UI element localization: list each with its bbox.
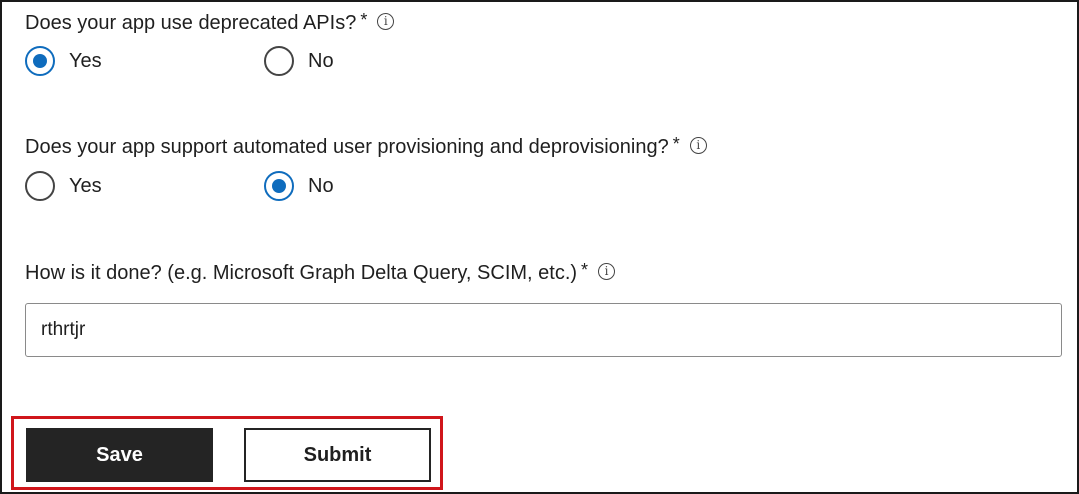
info-icon[interactable] [377, 13, 395, 30]
question-how-is-it-done: How is it done? (e.g. Microsoft Graph De… [25, 260, 616, 285]
question-label: How is it done? (e.g. Microsoft Graph De… [25, 262, 578, 284]
how-is-it-done-input[interactable] [25, 303, 1062, 357]
radio-button[interactable] [264, 46, 294, 76]
question-deprecated-apis: Does your app use deprecated APIs? * [25, 10, 395, 35]
radio-label-yes: Yes [69, 49, 102, 72]
question-user-provisioning: Does your app support automated user pro… [25, 134, 707, 159]
info-icon[interactable] [598, 263, 616, 280]
radio-option-no[interactable]: No [264, 171, 334, 201]
submit-button[interactable]: Submit [244, 428, 431, 482]
save-button[interactable]: Save [26, 428, 213, 482]
required-asterisk: * [581, 260, 589, 280]
radio-option-no[interactable]: No [264, 46, 334, 76]
radio-button[interactable] [25, 171, 55, 201]
radio-button-selected[interactable] [25, 46, 55, 76]
radio-label-no: No [308, 174, 334, 197]
radio-option-yes[interactable]: Yes [25, 46, 102, 76]
required-asterisk: * [360, 10, 368, 30]
question-label: Does your app use deprecated APIs? [25, 12, 357, 34]
radio-label-yes: Yes [69, 174, 102, 197]
radio-option-yes[interactable]: Yes [25, 171, 102, 201]
radio-button-selected[interactable] [264, 171, 294, 201]
info-icon[interactable] [689, 137, 707, 154]
question-label: Does your app support automated user pro… [25, 136, 669, 158]
required-asterisk: * [672, 134, 680, 154]
radio-label-no: No [308, 49, 334, 72]
